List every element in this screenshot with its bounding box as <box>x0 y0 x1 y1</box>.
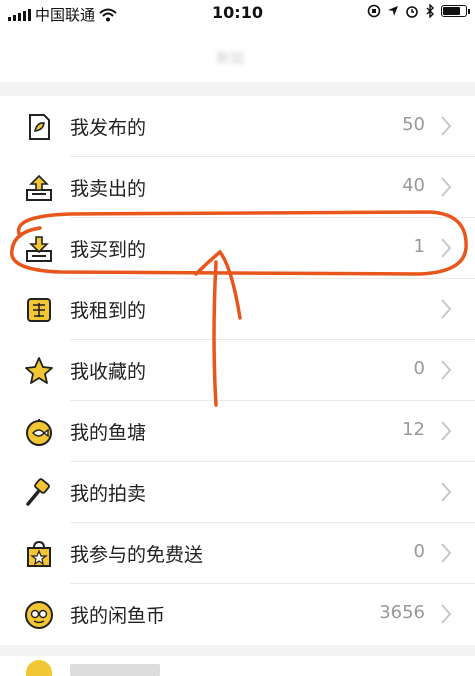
menu-label: 我买到的 <box>70 239 147 261</box>
menu-count: 0 <box>413 358 425 379</box>
chevron-right-icon <box>441 238 452 258</box>
partial-icon <box>26 660 52 676</box>
menu-item-favorites[interactable]: 我收藏的 0 <box>0 340 475 401</box>
alarm-icon <box>406 6 418 18</box>
chevron-right-icon <box>441 299 452 319</box>
menu-item-fish-coins[interactable]: 我的闲鱼币 3656 <box>0 584 475 645</box>
rotation-lock-icon <box>367 4 381 18</box>
menu-list: 我发布的 50 我卖出的 40 我买到的 1 我租到的 我收藏的 0 我的鱼塘 … <box>0 96 475 645</box>
box-download-icon <box>26 236 52 262</box>
chevron-right-icon <box>441 177 452 197</box>
menu-item-rented[interactable]: 我租到的 <box>0 279 475 340</box>
menu-count: 40 <box>402 175 425 196</box>
menu-count: 50 <box>402 114 425 135</box>
menu-item-auction[interactable]: 我的拍卖 <box>0 462 475 523</box>
auction-hammer-icon <box>26 478 50 506</box>
star-icon <box>25 357 53 384</box>
document-leaf-icon <box>29 114 50 140</box>
battery-icon <box>441 5 470 17</box>
status-bar: 中国联通 10:10 <box>0 0 475 26</box>
menu-label: 我发布的 <box>70 117 147 139</box>
page-title: 新加 <box>216 51 244 67</box>
next-section-partial <box>0 656 475 676</box>
chevron-right-icon <box>441 482 452 502</box>
gift-bag-icon <box>27 540 51 567</box>
menu-item-fish-pond[interactable]: 我的鱼塘 12 <box>0 401 475 462</box>
chevron-right-icon <box>441 604 452 624</box>
rent-badge-icon <box>27 298 51 322</box>
bluetooth-icon <box>426 4 434 18</box>
menu-label: 我的拍卖 <box>70 483 147 505</box>
menu-count: 12 <box>402 419 425 440</box>
chevron-right-icon <box>441 421 452 441</box>
chevron-right-icon <box>441 360 452 380</box>
header: 新加 <box>0 26 475 82</box>
menu-item-published[interactable]: 我发布的 50 <box>0 96 475 157</box>
menu-label: 我收藏的 <box>70 361 147 383</box>
menu-item-sold[interactable]: 我卖出的 40 <box>0 157 475 218</box>
chevron-right-icon <box>441 116 452 136</box>
status-right <box>367 4 470 18</box>
menu-count: 3656 <box>379 602 425 623</box>
menu-label: 我参与的免费送 <box>70 544 204 566</box>
menu-label: 我卖出的 <box>70 178 147 200</box>
menu-item-bought[interactable]: 我买到的 1 <box>0 218 475 279</box>
menu-label: 我租到的 <box>70 300 147 322</box>
menu-count: 1 <box>413 236 425 257</box>
box-upload-icon <box>26 174 52 201</box>
fish-coin-icon <box>25 601 53 629</box>
chevron-right-icon <box>441 543 452 563</box>
menu-label: 我的闲鱼币 <box>70 605 166 627</box>
location-icon <box>388 6 398 16</box>
menu-item-free-giveaway[interactable]: 我参与的免费送 0 <box>0 523 475 584</box>
fish-pond-icon <box>26 419 52 446</box>
menu-label: 我的鱼塘 <box>70 422 147 444</box>
partial-label <box>70 664 160 676</box>
menu-count: 0 <box>413 541 425 562</box>
